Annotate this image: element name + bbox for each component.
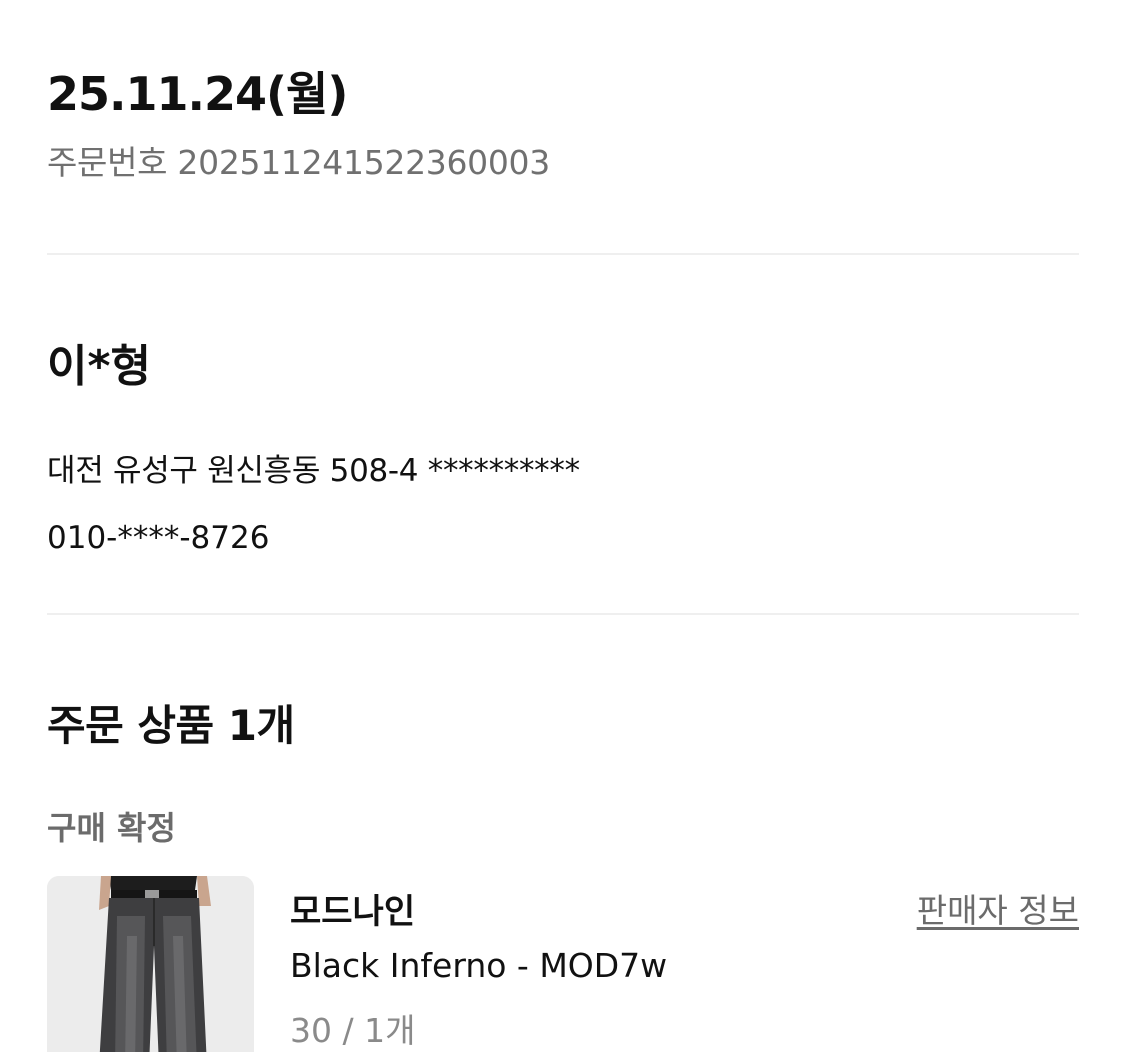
- recipient-phone: 010-****-8726: [47, 520, 270, 556]
- recipient-name: 이*형: [47, 341, 151, 392]
- order-date: 25.11.24(월): [47, 67, 348, 121]
- product-option: 30 / 1개: [290, 1011, 416, 1050]
- order-number: 주문번호 20251124152236000​3: [47, 143, 550, 182]
- order-status: 구매 확정: [47, 809, 176, 847]
- brand-name[interactable]: 모드나인: [290, 884, 415, 933]
- product-name[interactable]: Black Inferno - MOD7w: [290, 946, 667, 985]
- jeans-product-image: [47, 876, 254, 1052]
- order-products-title: 주문 상품 1개: [47, 701, 295, 750]
- shipping-address: 대전 유성구 원신흥동 508-4 **********: [47, 453, 580, 489]
- order-detail-page: 25.11.24(월) 주문번호 20251124152236000​3 이*형…: [0, 0, 1125, 1052]
- divider: [47, 613, 1079, 615]
- seller-info-link[interactable]: 판매자 정보: [917, 884, 1079, 932]
- divider: [47, 253, 1079, 255]
- product-thumbnail[interactable]: [47, 876, 254, 1052]
